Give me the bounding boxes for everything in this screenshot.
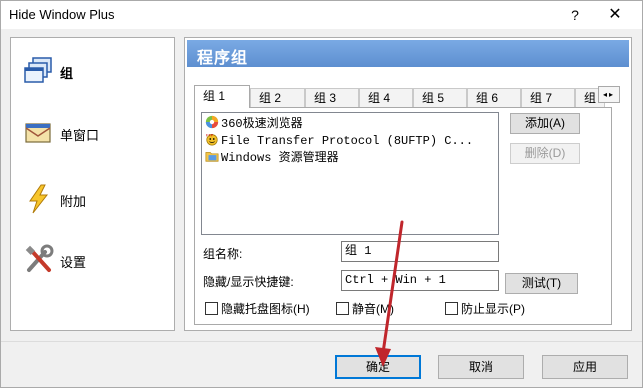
hide-tray-icon-checkbox[interactable]: 隐藏托盘图标(H) — [205, 302, 310, 318]
delete-button[interactable]: 删除(D) — [510, 143, 580, 164]
checkbox-label: 防止显示(P) — [461, 302, 525, 316]
mute-checkbox[interactable]: 静音(M) — [336, 302, 394, 318]
sidebar-item-label: 附加 — [60, 194, 87, 209]
group-name-field[interactable]: 组 1 — [341, 241, 499, 262]
svg-text:FTP: FTP — [206, 132, 214, 137]
tab-group-7[interactable]: 组 7 — [521, 88, 575, 107]
checkbox-label: 隐藏托盘图标(H) — [221, 302, 310, 316]
tab-group-2[interactable]: 组 2 — [250, 88, 305, 107]
list-item[interactable]: 360极速浏览器 — [204, 115, 303, 132]
program-group-panel: 程序组 组 1 组 2 组 3 组 4 组 5 组 6 组 7 组 ◂▸ 360… — [184, 37, 632, 331]
hide-window-plus-dialog: Hide Window Plus ? ✕ 组 单窗口 附加 设置 程序组 组 1… — [0, 0, 643, 388]
group-tabs: 组 1 组 2 组 3 组 4 组 5 组 6 组 7 组 ◂▸ — [194, 85, 620, 108]
tab-group-4[interactable]: 组 4 — [359, 88, 413, 107]
sidebar-item-single-window[interactable]: 单窗口 — [23, 117, 173, 147]
list-item[interactable]: Windows 资源管理器 — [204, 149, 339, 166]
tab-group-1[interactable]: 组 1 — [194, 85, 250, 108]
sidebar: 组 单窗口 附加 设置 — [10, 37, 175, 331]
hotkey-label: 隐藏/显示快捷键: — [203, 275, 294, 289]
add-button[interactable]: 添加(A) — [510, 113, 580, 134]
sidebar-item-label: 组 — [60, 66, 74, 81]
panel-title: 程序组 — [197, 50, 249, 67]
program-label: Windows 资源管理器 — [221, 151, 339, 165]
browser-360-icon — [205, 115, 219, 129]
sidebar-item-group[interactable]: 组 — [23, 55, 173, 85]
footer-divider — [1, 341, 642, 342]
checkbox-box[interactable] — [445, 302, 458, 315]
prevent-show-checkbox[interactable]: 防止显示(P) — [445, 302, 525, 318]
sidebar-item-label: 单窗口 — [60, 128, 100, 143]
cancel-button[interactable]: 取消 — [438, 355, 524, 379]
tools-icon — [25, 244, 54, 272]
lightning-icon — [29, 184, 49, 214]
ok-button[interactable]: 确定 — [335, 355, 421, 379]
sidebar-item-label: 设置 — [60, 255, 87, 270]
window-title: Hide Window Plus — [9, 7, 115, 22]
program-label: File Transfer Protocol (8UFTP) C... — [221, 134, 474, 148]
sidebar-item-settings[interactable]: 设置 — [23, 244, 173, 274]
windows-stack-icon — [24, 57, 52, 83]
checkbox-label: 静音(M) — [352, 302, 394, 316]
tab-group-3[interactable]: 组 3 — [305, 88, 359, 107]
tab-group-6[interactable]: 组 6 — [467, 88, 521, 107]
test-button[interactable]: 测试(T) — [505, 273, 578, 294]
checkbox-box[interactable] — [336, 302, 349, 315]
title-bar: Hide Window Plus ? ✕ — [1, 1, 642, 29]
list-item[interactable]: FTP File Transfer Protocol (8UFTP) C... — [204, 132, 473, 149]
program-label: 360极速浏览器 — [221, 117, 303, 131]
group-name-label: 组名称: — [203, 247, 243, 261]
tab-page: 360极速浏览器 FTP File Transfer Protocol (8UF… — [194, 107, 612, 325]
apply-button[interactable]: 应用 — [542, 355, 628, 379]
ftp-icon: FTP — [206, 132, 218, 146]
program-list[interactable]: 360极速浏览器 FTP File Transfer Protocol (8UF… — [201, 112, 499, 235]
tab-group-5[interactable]: 组 5 — [413, 88, 467, 107]
help-button[interactable]: ? — [555, 1, 595, 29]
folder-icon — [205, 152, 219, 162]
hotkey-field[interactable]: Ctrl + Win + 1 — [341, 270, 499, 291]
envelope-window-icon — [25, 123, 51, 143]
sidebar-item-addon[interactable]: 附加 — [23, 183, 173, 214]
tab-scroll-arrows[interactable]: ◂▸ — [598, 86, 620, 103]
panel-header: 程序组 — [187, 40, 629, 67]
checkbox-box[interactable] — [205, 302, 218, 315]
close-button[interactable]: ✕ — [595, 1, 635, 29]
